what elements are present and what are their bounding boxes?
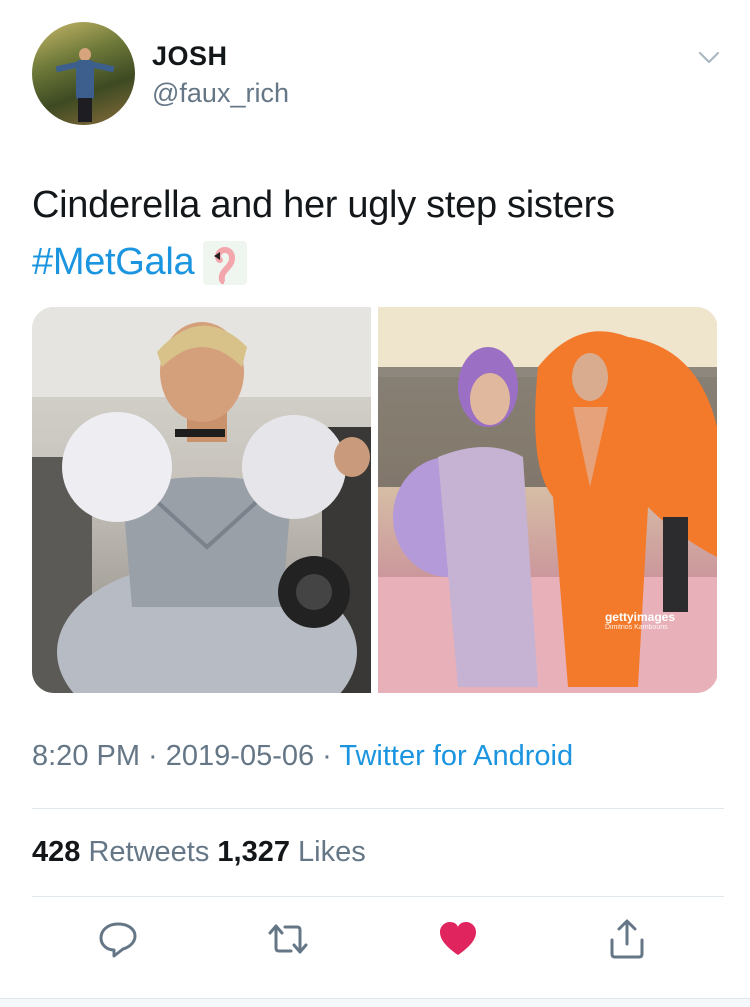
likes-count: 1,327	[217, 836, 290, 868]
action-bar	[0, 918, 750, 964]
tweet-date: 2019-05-06	[165, 740, 315, 772]
getty-watermark-credit: Dimitrios Kambouris	[604, 624, 668, 631]
divider	[32, 808, 724, 809]
retweets-count: 428	[32, 836, 81, 868]
tweet-source-link[interactable]: Twitter for Android	[339, 740, 573, 772]
avatar-figure-legs	[78, 98, 92, 122]
chevron-down-icon[interactable]	[696, 44, 722, 70]
tweet-media[interactable]: gettyimages Dimitrios Kambouris	[32, 307, 718, 693]
likes-stat[interactable]: 1,327 Likes	[217, 836, 365, 868]
avatar-figure-arm	[91, 61, 115, 73]
retweets-stat[interactable]: 428 Retweets	[32, 836, 217, 868]
user-handle[interactable]: @faux_rich	[152, 78, 289, 109]
avatar-figure-body	[76, 60, 94, 100]
tweet-text: Cinderella and her ugly step sisters	[32, 184, 615, 226]
meta-separator: ·	[140, 740, 166, 772]
heart-icon[interactable]	[437, 918, 479, 960]
retweet-icon[interactable]	[267, 918, 309, 960]
avatar-figure-arm	[55, 61, 79, 73]
getty-watermark: gettyimages Dimitrios Kambouris	[605, 610, 675, 631]
tweet-time: 8:20 PM	[32, 740, 140, 772]
photo-left-illustration	[32, 307, 371, 693]
avatar[interactable]	[32, 22, 135, 125]
divider	[32, 896, 724, 897]
hashtag-link[interactable]: #MetGala	[32, 235, 195, 290]
reply-icon[interactable]	[97, 918, 139, 960]
share-icon[interactable]	[606, 918, 648, 960]
display-name[interactable]: JOSH	[152, 41, 228, 72]
tweet-stats: 428 Retweets 1,327 Likes	[32, 836, 366, 869]
tweet-meta: 8:20 PM · 2019-05-06 · Twitter for Andro…	[32, 740, 573, 773]
bottom-separator	[0, 998, 750, 1007]
getty-watermark-text: gettyimages	[604, 610, 675, 624]
photo-right-illustration	[378, 307, 717, 693]
photo-left[interactable]	[32, 307, 371, 693]
retweets-label: Retweets	[80, 836, 218, 868]
meta-separator: ·	[314, 740, 340, 772]
flamingo-emoji-icon	[203, 240, 248, 285]
photo-right[interactable]: gettyimages Dimitrios Kambouris	[378, 307, 717, 693]
likes-label: Likes	[289, 836, 366, 868]
tweet-hashtag-line: #MetGala	[32, 235, 248, 290]
